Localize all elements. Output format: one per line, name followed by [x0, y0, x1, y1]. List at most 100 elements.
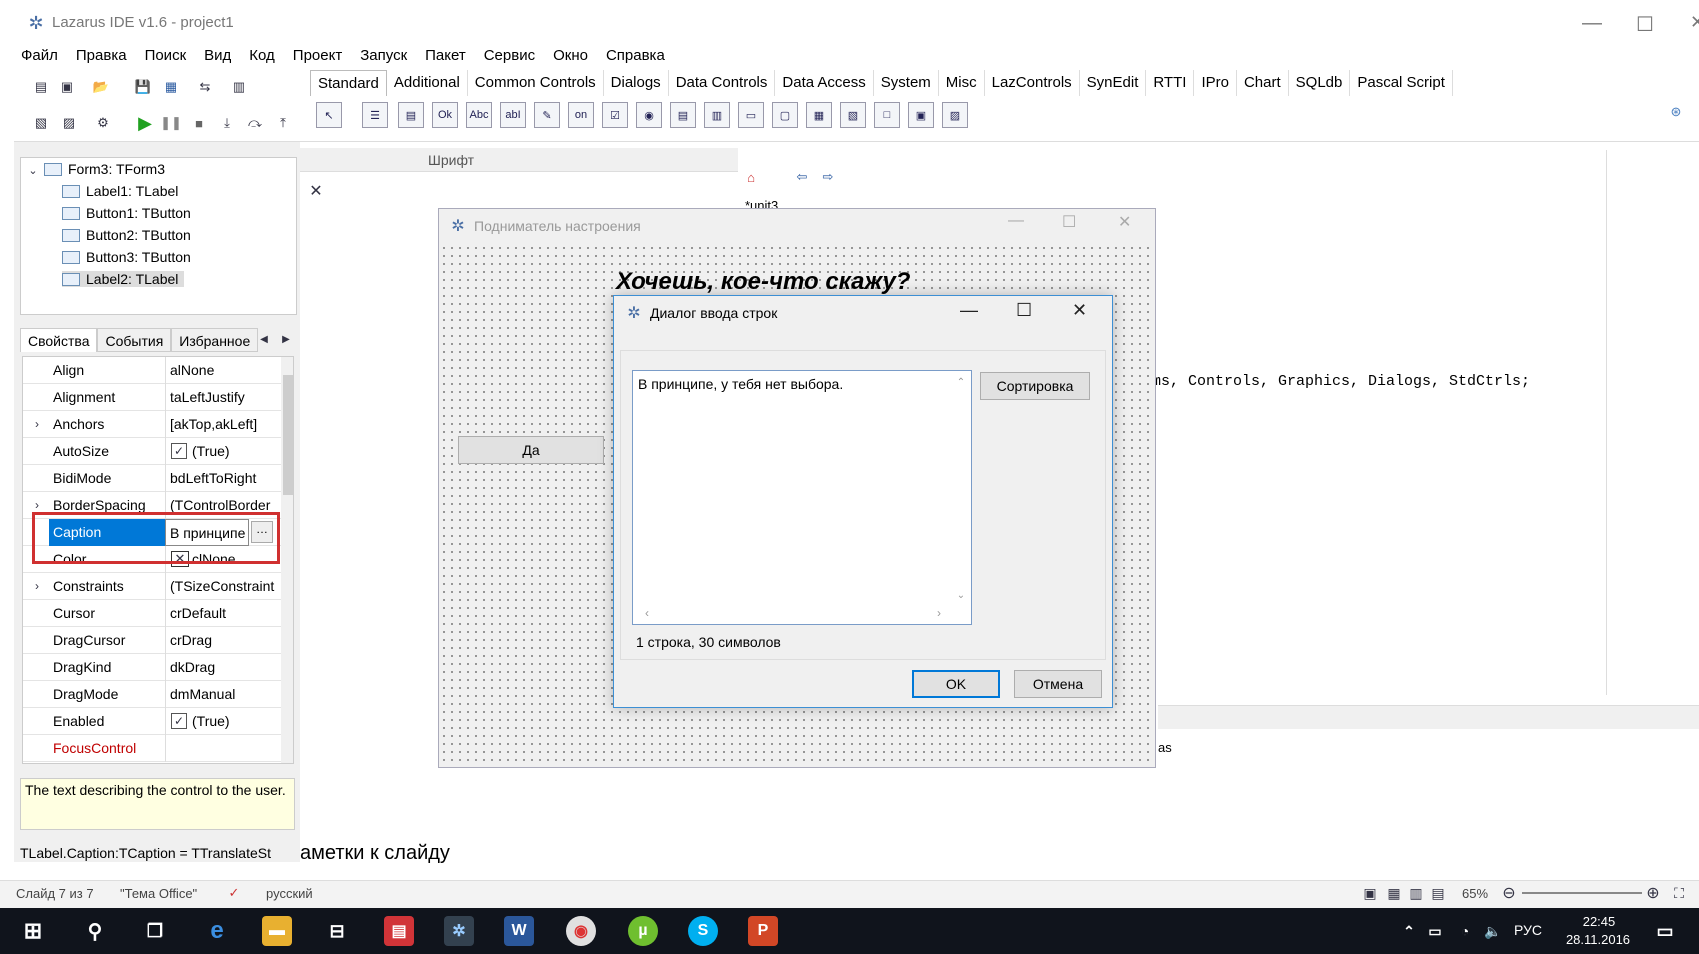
tree-collapse-icon[interactable]: ⌄ [26, 163, 40, 177]
clock-date[interactable]: 28.11.2016 [1560, 932, 1636, 947]
step-into-icon[interactable]: ⤓ [216, 112, 238, 134]
tab-data-access[interactable]: Data Access [775, 70, 874, 96]
open-icon[interactable]: 📂 [90, 76, 112, 98]
tlistbox-icon[interactable]: ▤ [670, 102, 696, 128]
step-over-icon[interactable]: ⤼ [244, 112, 266, 134]
button-da[interactable]: Да [458, 436, 604, 464]
menu-project[interactable]: Проект [284, 44, 351, 68]
menu-code[interactable]: Код [240, 44, 284, 68]
dialog-maximize-icon[interactable]: ☐ [1016, 300, 1032, 321]
start-windows-icon[interactable]: ⊞ [18, 916, 48, 946]
prop-row-alignment[interactable]: Alignment taLeftJustify [23, 384, 281, 411]
tab-misc[interactable]: Misc [939, 70, 985, 96]
cancel-button[interactable]: Отмена [1014, 670, 1102, 698]
prop-row-autosize[interactable]: AutoSize (True) ✓ [23, 438, 281, 465]
utorrent-icon[interactable]: µ [628, 916, 658, 946]
menu-package[interactable]: Пакет [416, 44, 475, 68]
tab-pascal-script[interactable]: Pascal Script [1350, 70, 1453, 96]
slideshow-icon[interactable]: ▤ [1428, 884, 1448, 902]
scroll-left-icon[interactable]: ‹ [640, 606, 654, 620]
menu-search[interactable]: Поиск [136, 44, 196, 68]
wifi-icon[interactable]: ◔ [1450, 916, 1480, 946]
close-icon[interactable]: ✕ [1690, 12, 1699, 33]
run-icon[interactable]: ▶ [134, 112, 156, 134]
tab-chart[interactable]: Chart [1237, 70, 1289, 96]
fit-slide-icon[interactable]: ⛶ [1670, 884, 1688, 902]
tree-item-button1[interactable]: Button1: TButton [62, 205, 191, 221]
tactionlist-icon[interactable]: ▨ [942, 102, 968, 128]
tmemo-icon[interactable]: ✎ [534, 102, 560, 128]
prop-row-dragmode[interactable]: DragMode dmManual [23, 681, 281, 708]
save-icon[interactable]: 💾 [132, 76, 154, 98]
tree-item-button3[interactable]: Button3: TButton [62, 249, 191, 265]
zoom-in-icon[interactable]: ⊕ [1644, 884, 1662, 902]
prop-row-focuscontrol[interactable]: FocusControl [23, 735, 281, 762]
slide-notes-placeholder[interactable]: аметки к слайду [300, 842, 450, 865]
prop-row-dragkind[interactable]: DragKind dkDrag [23, 654, 281, 681]
save-all-icon[interactable]: ▦ [160, 76, 182, 98]
new-form-icon[interactable]: ▣ [56, 76, 78, 98]
prop-row-dragcursor[interactable]: DragCursor crDrag [23, 627, 281, 654]
jump-back-icon[interactable]: ⇦ [792, 168, 812, 186]
tradiobutton-icon[interactable]: ◉ [636, 102, 662, 128]
skype-icon[interactable]: S [688, 916, 718, 946]
close-panel-icon[interactable]: ✕ [308, 182, 324, 200]
prop-row-anchors[interactable]: › Anchors [akTop,akLeft] [23, 411, 281, 438]
new-unit-icon[interactable]: ▤ [30, 76, 52, 98]
tree-item-label1[interactable]: Label1: TLabel [62, 183, 178, 199]
tab-system[interactable]: System [874, 70, 939, 96]
file-explorer-icon[interactable]: ▬ [262, 916, 292, 946]
ok-button[interactable]: OK [912, 670, 1000, 698]
scrollbar-thumb[interactable] [283, 375, 293, 495]
keyboard-language[interactable]: РУС [1514, 922, 1542, 938]
prop-row-align[interactable]: Align alNone [23, 357, 281, 384]
word-icon[interactable]: W [504, 916, 534, 946]
language-indicator[interactable]: русский [266, 886, 313, 901]
volume-icon[interactable]: 🔈 [1478, 916, 1508, 946]
enabled-checkbox[interactable]: ✓ [171, 713, 187, 729]
tab-properties[interactable]: Свойства [20, 328, 98, 352]
ttogglebox-icon[interactable]: on [568, 102, 594, 128]
reading-view-icon[interactable]: ▥ [1406, 884, 1426, 902]
tlabel-icon[interactable]: Abc [466, 102, 492, 128]
form3-minimize-icon[interactable]: — [1008, 212, 1024, 230]
minimize-icon[interactable]: — [1582, 12, 1602, 35]
tab-sqldb[interactable]: SQLdb [1289, 70, 1351, 96]
tab-dialogs[interactable]: Dialogs [604, 70, 669, 96]
expand-icon[interactable]: › [31, 579, 43, 593]
jump-forward-icon[interactable]: ⇨ [818, 168, 838, 186]
memo-text[interactable]: В принципе, у тебя нет выбора. [638, 376, 843, 392]
label1[interactable]: Хочешь, кое-что скажу? [616, 268, 910, 296]
menu-edit[interactable]: Правка [67, 44, 136, 68]
prop-row-enabled[interactable]: Enabled (True) ✓ [23, 708, 281, 735]
scroll-right-icon[interactable]: › [932, 606, 946, 620]
select-pointer-icon[interactable]: ↖ [316, 102, 342, 128]
editor-home-icon[interactable]: ⌂ [742, 168, 760, 186]
tree-item-label2[interactable]: Label2: TLabel [62, 271, 185, 287]
expand-icon[interactable]: › [31, 417, 43, 431]
tcheckgroup-icon[interactable]: ▧ [840, 102, 866, 128]
task-view-icon[interactable]: ❐ [140, 916, 170, 946]
lines-memo[interactable] [632, 370, 972, 625]
editor-bottom-tab[interactable]: as [1158, 740, 1172, 755]
tradiogroup-icon[interactable]: ▦ [806, 102, 832, 128]
toggle-form-unit-icon[interactable]: ⇆ [194, 76, 216, 98]
tpopupmenu-icon[interactable]: ▤ [398, 102, 424, 128]
tab-common-controls[interactable]: Common Controls [468, 70, 604, 96]
sort-button[interactable]: Сортировка [980, 372, 1090, 400]
view-units-icon[interactable]: ▥ [228, 76, 250, 98]
tpanel-icon[interactable]: □ [874, 102, 900, 128]
maximize-icon[interactable]: ☐ [1636, 12, 1654, 37]
pause-icon[interactable]: ❚❚ [160, 112, 182, 134]
tab-scroll-right-icon[interactable]: ▶ [278, 330, 294, 348]
prop-row-constraints[interactable]: › Constraints (TSizeConstraint [23, 573, 281, 600]
form3-close-icon[interactable]: ✕ [1118, 212, 1131, 232]
scroll-down-icon[interactable]: ⌄ [954, 588, 968, 602]
build-mode-icon[interactable]: ▨ [58, 112, 80, 134]
menu-help[interactable]: Справка [597, 44, 674, 68]
tbutton-icon[interactable]: Ok [432, 102, 458, 128]
tree-item-button2[interactable]: Button2: TButton [62, 227, 191, 243]
menu-tools[interactable]: Сервис [475, 44, 544, 68]
action-center-icon[interactable]: ▭ [1650, 916, 1680, 946]
tgroupbox-icon[interactable]: ▢ [772, 102, 798, 128]
